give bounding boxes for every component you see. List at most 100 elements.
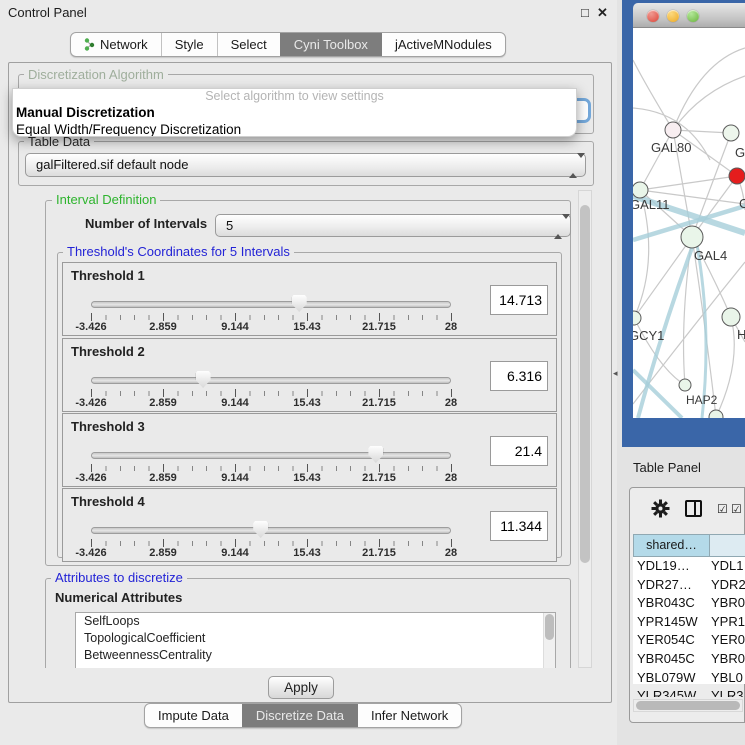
threshold-panel: Threshold 1 -3.4262.8599.14415.4321.7152… (62, 262, 557, 336)
close-traffic-light-icon[interactable] (647, 10, 659, 22)
tab-impute-data[interactable]: Impute Data (145, 704, 242, 727)
table-row[interactable]: YLR345WYLR3 (633, 687, 745, 697)
threshold-slider[interactable] (91, 519, 451, 539)
float-window-icon[interactable]: □ (581, 5, 589, 20)
major-tick (163, 389, 164, 397)
table-data-combobox[interactable]: galFiltered.sif default node (25, 153, 586, 177)
apply-button[interactable]: Apply (268, 676, 334, 699)
slider-tick-labels: -3.4262.8599.14415.4321.71528 (91, 472, 451, 484)
major-tick (379, 539, 380, 547)
major-tick (235, 464, 236, 472)
table-cell[interactable]: YPR145W (633, 613, 709, 632)
table-cell[interactable]: YER054C (633, 631, 709, 650)
list-scrollbar-thumb[interactable] (545, 614, 554, 640)
tab-select[interactable]: Select (217, 33, 280, 56)
checkbox-icon[interactable]: ☑ (731, 502, 742, 516)
minimize-traffic-light-icon[interactable] (667, 10, 679, 22)
threshold-value-box[interactable]: 11.344 (490, 511, 548, 541)
table-cell[interactable]: YBR043C (633, 594, 709, 613)
network-node-label: GAL11 (633, 197, 670, 212)
network-node-hap2[interactable] (679, 379, 691, 391)
table-cell[interactable]: YDR2 (709, 576, 745, 595)
network-node-node-red[interactable] (729, 168, 745, 184)
network-node-node-h[interactable] (722, 308, 740, 326)
attribute-item[interactable]: BetweennessCentrality (76, 647, 555, 664)
table-row[interactable]: YDR27…YDR2 (633, 576, 745, 595)
table-row[interactable]: YDL19…YDL1 (633, 557, 745, 576)
tick-label: 9.144 (221, 472, 249, 484)
column-header-shared-name[interactable]: shared… (633, 534, 710, 557)
threshold-value-box[interactable]: 14.713 (490, 285, 548, 315)
threshold-value-box[interactable]: 21.4 (490, 436, 548, 466)
network-canvas[interactable]: GAL80GACGAL11GAL4GCY1HHAP2 (633, 28, 745, 418)
slider-track[interactable] (91, 377, 451, 384)
slider-track[interactable] (91, 301, 451, 308)
threshold-slider[interactable] (91, 293, 451, 313)
tab-infer-network[interactable]: Infer Network (357, 704, 461, 727)
table-cell[interactable]: YLR345W (633, 687, 709, 697)
close-icon[interactable]: ✕ (597, 5, 608, 21)
settings-scrollbar[interactable] (578, 190, 592, 668)
slider-thumb[interactable] (368, 446, 383, 463)
tab-discretize-data[interactable]: Discretize Data (242, 704, 357, 727)
table-cell[interactable]: YBL079W (633, 669, 709, 688)
table-cell[interactable]: YPR1 (709, 613, 745, 632)
number-of-intervals-combobox[interactable]: 5 (215, 214, 571, 237)
table-row[interactable]: YBR043CYBR0 (633, 594, 745, 613)
major-tick (379, 313, 380, 321)
threshold-value-box[interactable]: 6.316 (490, 361, 548, 391)
network-node-gal4[interactable] (681, 226, 703, 248)
slider-thumb[interactable] (292, 295, 307, 312)
zoom-traffic-light-icon[interactable] (687, 10, 699, 22)
network-node-gcy1[interactable] (633, 311, 641, 325)
table-cell[interactable]: YDR27… (633, 576, 709, 595)
network-edge (640, 130, 673, 190)
table-cell[interactable]: YBL0 (709, 669, 745, 688)
checkbox-icon[interactable]: ☑ (717, 502, 728, 516)
table-cell[interactable]: YDL1 (709, 557, 745, 576)
threshold-slider[interactable] (91, 444, 451, 464)
table-row[interactable]: YER054CYER0 (633, 631, 745, 650)
tick-label: 2.859 (149, 321, 177, 333)
table-hscrollbar-thumb[interactable] (636, 701, 740, 710)
dropdown-item-equal-width[interactable]: Equal Width/Frequency Discretization (13, 121, 576, 137)
table-cell[interactable]: YDL19… (633, 557, 709, 576)
network-node-node-ga[interactable] (723, 125, 739, 141)
network-node-gal80[interactable] (665, 122, 681, 138)
gear-icon[interactable] (651, 499, 670, 518)
network-view-window[interactable]: GAL80GACGAL11GAL4GCY1HHAP2 (622, 0, 745, 447)
network-node-node-s[interactable] (709, 410, 723, 418)
slider-thumb[interactable] (253, 521, 268, 538)
tab-network[interactable]: Network (71, 33, 161, 56)
table-cell[interactable]: YBR0 (709, 594, 745, 613)
numerical-attributes-list[interactable]: SelfLoopsTopologicalCoefficientBetweenne… (75, 612, 556, 668)
network-node-gal11[interactable] (633, 182, 648, 198)
split-pane-handle[interactable]: ◂ (613, 368, 619, 378)
table-row[interactable]: YPR145WYPR1 (633, 613, 745, 632)
table-cell[interactable]: YBR0 (709, 650, 745, 669)
tab-style[interactable]: Style (161, 33, 217, 56)
tab-cyni-toolbox[interactable]: Cyni Toolbox (280, 33, 381, 56)
table-cell[interactable]: YLR3 (709, 687, 745, 697)
table-row[interactable]: YBR045CYBR0 (633, 650, 745, 669)
slider-thumb[interactable] (196, 371, 211, 388)
tab-jactivemnodules[interactable]: jActiveMNodules (381, 33, 505, 56)
slider-track[interactable] (91, 527, 451, 534)
attribute-item[interactable]: SelfLoops (76, 613, 555, 630)
table-row[interactable]: YBL079WYBL0 (633, 669, 745, 688)
table-hscrollbar[interactable] (633, 699, 743, 712)
table-cell[interactable]: YBR045C (633, 650, 709, 669)
list-scrollbar[interactable] (543, 613, 555, 668)
threshold-panel: Threshold 4 -3.4262.8599.14415.4321.7152… (62, 488, 557, 562)
major-tick (163, 539, 164, 547)
column-header-name[interactable]: n (710, 534, 745, 557)
settings-scrollbar-thumb[interactable] (580, 205, 590, 563)
dropdown-item-manual-discretization[interactable]: Manual Discretization (13, 104, 576, 121)
threshold-slider[interactable] (91, 369, 451, 389)
attribute-item[interactable]: TopologicalCoefficient (76, 630, 555, 647)
tick-label: 28 (445, 547, 457, 559)
table-cell[interactable]: YER0 (709, 631, 745, 650)
slider-track[interactable] (91, 452, 451, 459)
columns-icon[interactable] (685, 500, 702, 517)
network-window-titlebar[interactable] (633, 3, 745, 28)
